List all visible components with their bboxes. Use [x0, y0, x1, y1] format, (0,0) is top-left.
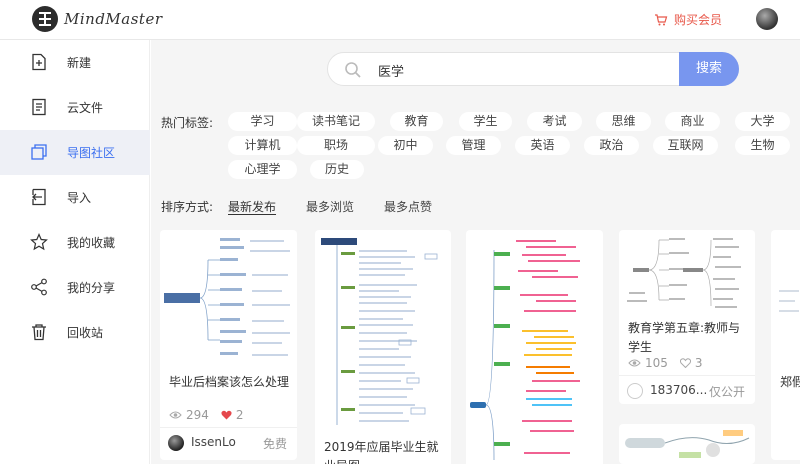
heart-icon [221, 410, 232, 420]
hot-tags-label: 热门标签: [161, 116, 214, 130]
community-icon [31, 144, 47, 160]
sidebar-item-label: 回收站 [67, 326, 104, 340]
star-icon [30, 233, 48, 251]
sidebar-item-trash[interactable]: 回收站 [0, 310, 150, 355]
tag-item[interactable]: 心理学 [228, 160, 297, 179]
card-title: 毕业后档案该怎么处理 [169, 375, 290, 389]
search-button[interactable]: 搜索 [679, 52, 739, 86]
search-box [327, 52, 739, 86]
mindmap-card[interactable] [619, 424, 755, 464]
mindmap-card[interactable]: 毕业后档案该怎么处理 294 2 IssenLo 免费 [160, 230, 297, 460]
card-stats: 294 2 [169, 408, 256, 422]
heart-icon [679, 358, 691, 368]
mindmap-thumbnail [321, 238, 438, 425]
sidebar-item-label: 导图社区 [67, 146, 116, 160]
tag-item[interactable]: 大学 [735, 112, 790, 131]
sidebar-item-import[interactable]: 导入 [0, 175, 150, 220]
visibility-label: 仅公开 [708, 385, 745, 399]
card-title: 教育学第五章:教师与学生 [628, 321, 741, 354]
mindmap-thumbnail [625, 430, 750, 458]
sidebar-item-new[interactable]: 新建 [0, 40, 150, 85]
mindmap-thumbnail [164, 238, 290, 356]
logo-text: MindMaster [64, 10, 163, 28]
tag-item[interactable]: 学习 [228, 112, 297, 131]
buy-vip-label: 购买会员 [674, 13, 723, 27]
logo-icon [32, 6, 58, 32]
view-count: 294 [186, 408, 209, 422]
tag-item[interactable]: 教育 [390, 112, 443, 131]
card-footer: 183706... 仅公开 [619, 375, 755, 404]
tag-item[interactable]: 历史 [310, 160, 364, 179]
tag-item[interactable]: 初中 [378, 136, 433, 155]
user-avatar[interactable] [756, 8, 778, 30]
import-icon [32, 188, 46, 206]
author-avatar[interactable] [627, 383, 643, 399]
sidebar: 新建 云文件 导图社区 导入 我的收藏 我的分享 回收站 [0, 40, 150, 464]
tag-item[interactable]: 读书笔记 [297, 112, 375, 131]
trash-icon [32, 324, 46, 341]
sidebar-item-label: 新建 [67, 56, 92, 70]
sort-option-most-viewed[interactable]: 最多浏览 [306, 198, 354, 215]
sort-label: 排序方式: [161, 200, 214, 214]
mindmap-thumbnail [470, 240, 580, 461]
search-icon [345, 62, 361, 78]
share-icon [31, 278, 47, 296]
sort-option-newest[interactable]: 最新发布 [228, 198, 276, 215]
card-title: 2019年应届毕业生就业导图 [324, 440, 439, 464]
new-file-icon [32, 53, 46, 71]
card-footer: IssenLo 免费 [160, 427, 297, 457]
sidebar-item-label: 云文件 [67, 101, 104, 115]
tag-item[interactable]: 商业 [665, 112, 720, 131]
card-title: 郑假 [780, 375, 800, 389]
mindmap-card[interactable]: 郑假 [771, 230, 800, 460]
top-bar: MindMaster 购买会员 [0, 0, 800, 40]
sort-option-most-liked[interactable]: 最多点赞 [384, 198, 432, 215]
like-count: 3 [694, 356, 703, 370]
card-stats: 105 3 [628, 356, 715, 370]
sidebar-item-community[interactable]: 导图社区 [0, 130, 150, 175]
logo[interactable]: MindMaster [32, 4, 163, 34]
tag-item[interactable]: 英语 [515, 136, 570, 155]
eye-icon [628, 359, 641, 367]
buy-vip-button[interactable]: 购买会员 [654, 11, 722, 28]
tag-item[interactable]: 管理 [446, 136, 501, 155]
sidebar-item-label: 我的收藏 [67, 236, 116, 250]
mindmap-thumbnail [779, 290, 799, 312]
tag-item[interactable]: 生物 [735, 136, 790, 155]
view-count: 105 [645, 356, 668, 370]
cloud-file-icon [32, 98, 46, 116]
author-avatar[interactable] [168, 435, 184, 451]
community-main: 搜索 热门标签: 学习 读书笔记 教育 学生 考试 思维 商业 大学 计算机 职… [151, 40, 800, 464]
tag-item[interactable]: 政治 [584, 136, 639, 155]
tag-item[interactable]: 考试 [527, 112, 582, 131]
mindmap-card[interactable]: 教育学第五章:教师与学生 105 3 183706... 仅公开 [619, 230, 755, 404]
sidebar-item-label: 导入 [67, 191, 92, 205]
mindmap-card[interactable] [466, 230, 603, 464]
tag-item[interactable]: 学生 [459, 112, 512, 131]
author-name[interactable]: IssenLo [191, 435, 236, 449]
author-name[interactable]: 183706... [650, 383, 707, 397]
sidebar-item-favorites[interactable]: 我的收藏 [0, 220, 150, 265]
cart-icon [655, 13, 668, 25]
eye-icon [169, 411, 182, 419]
sidebar-item-shares[interactable]: 我的分享 [0, 265, 150, 310]
tag-item[interactable]: 互联网 [653, 136, 718, 155]
tag-item[interactable]: 职场 [297, 136, 375, 155]
like-count: 2 [235, 408, 244, 422]
mindmap-thumbnail [627, 238, 741, 308]
search-input[interactable] [378, 60, 668, 80]
tag-item[interactable]: 计算机 [228, 136, 297, 155]
sidebar-item-cloud-files[interactable]: 云文件 [0, 85, 150, 130]
tag-item[interactable]: 思维 [596, 112, 651, 131]
mindmap-card[interactable]: 2019年应届毕业生就业导图 [315, 230, 451, 464]
sidebar-item-label: 我的分享 [67, 281, 116, 295]
price-label: 免费 [262, 437, 287, 451]
